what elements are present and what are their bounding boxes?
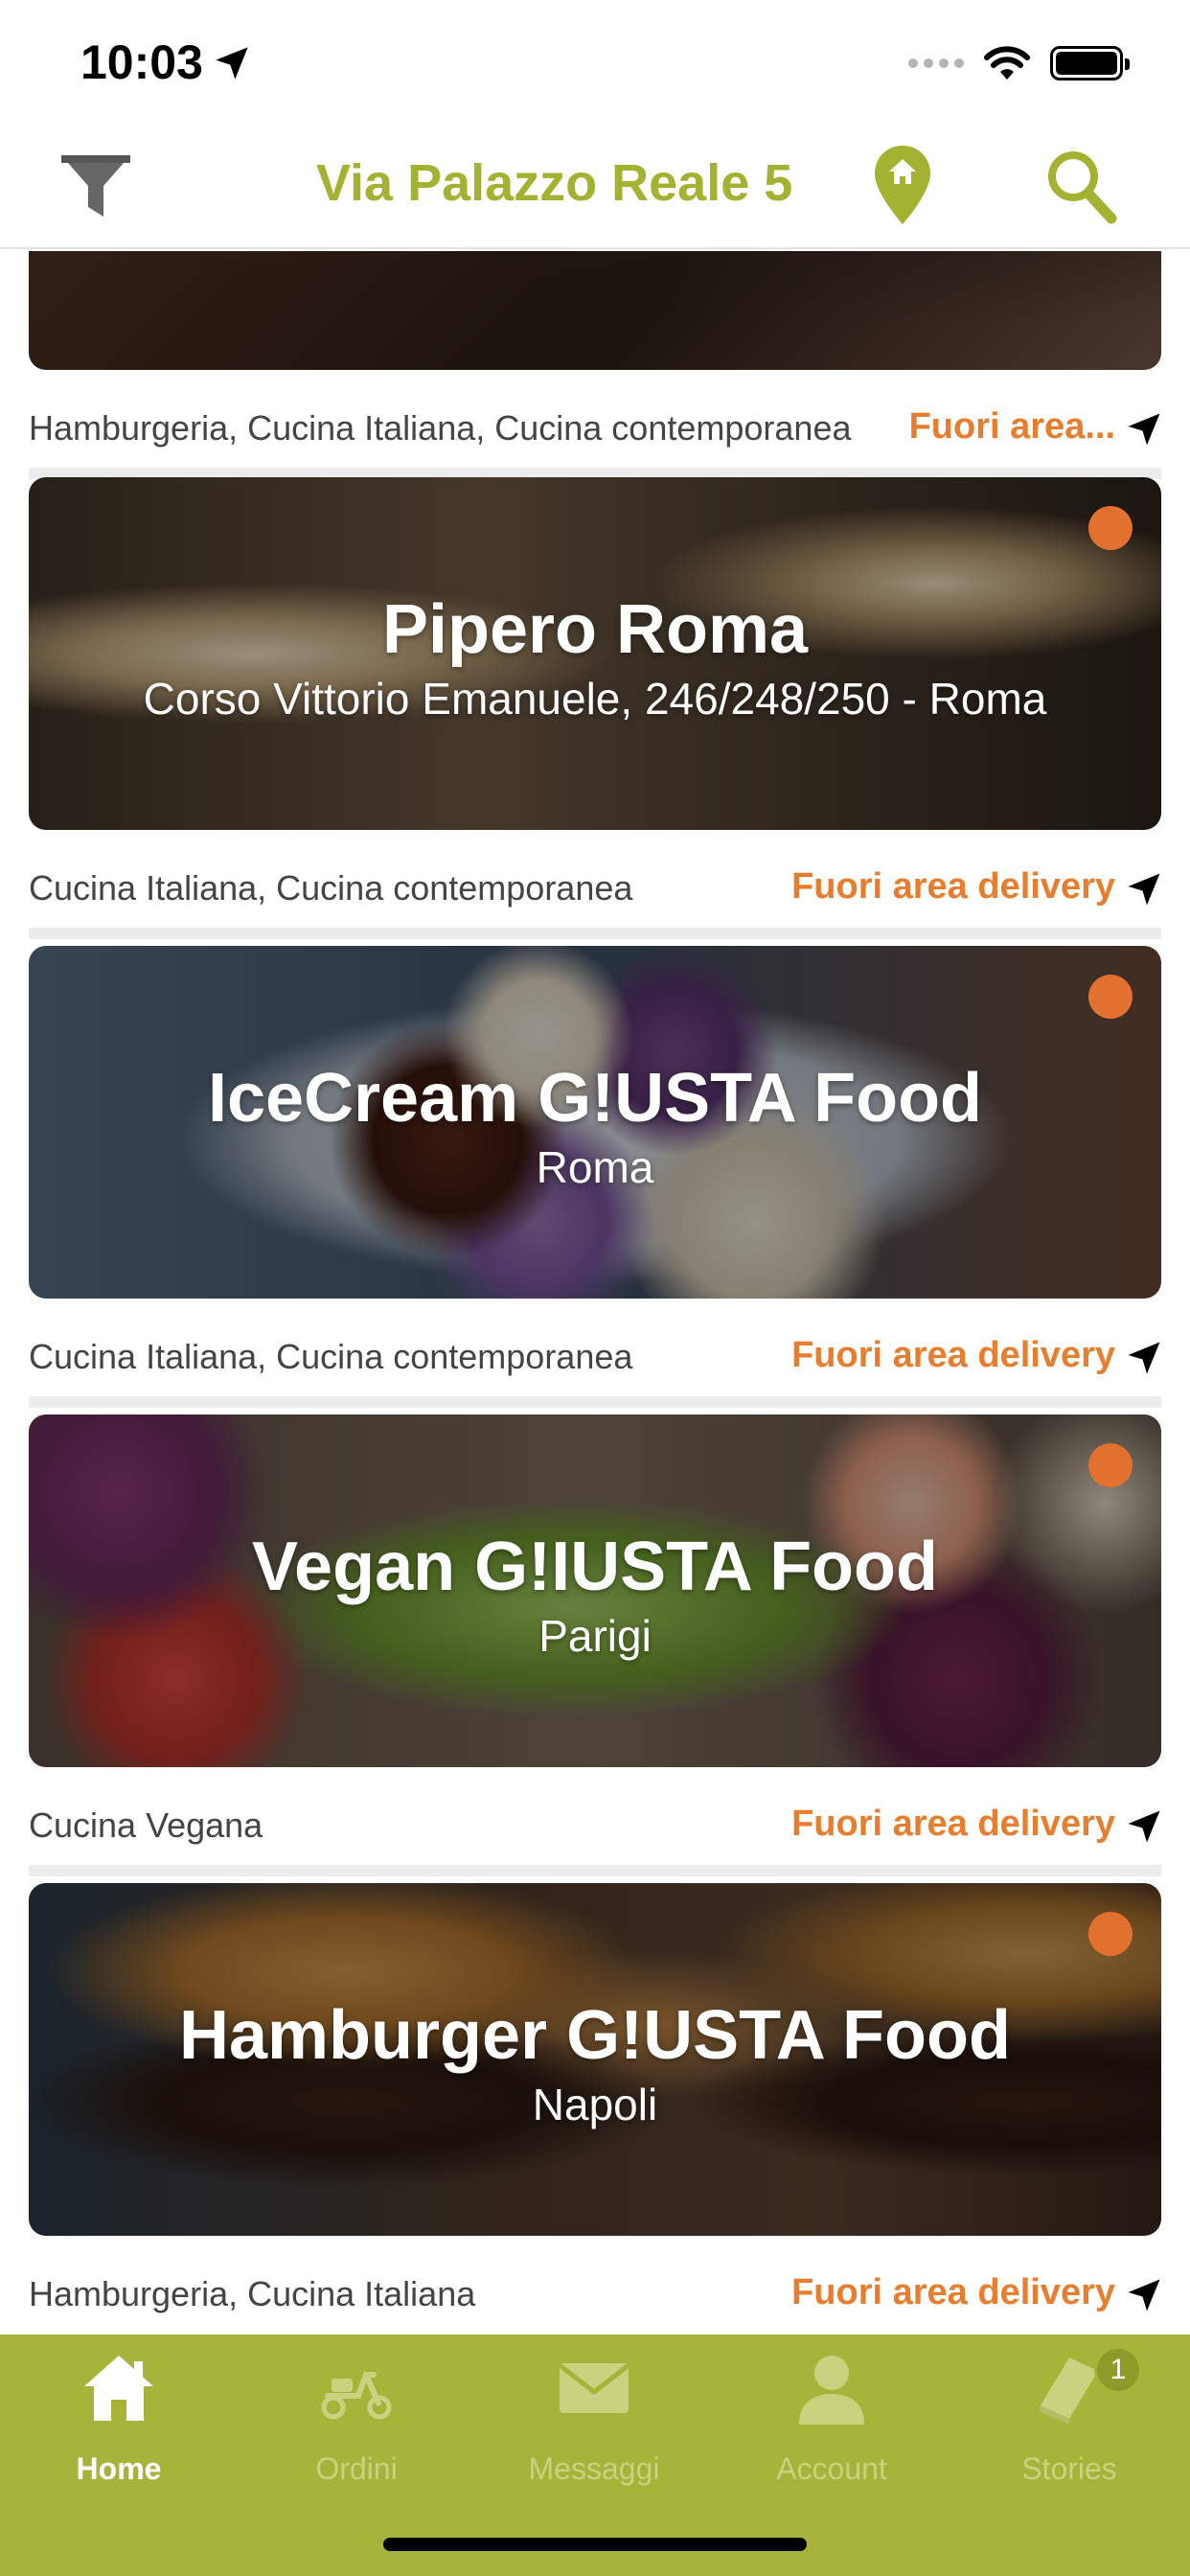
restaurant-meta: Hamburgeria, Cucina Italiana, Cucina con… [29, 401, 1161, 458]
home-location-pin-icon[interactable] [872, 144, 933, 226]
restaurant-location: Corso Vittorio Emanuele, 246/248/250 - R… [143, 674, 1047, 724]
cuisine-types: Hamburgeria, Cucina Italiana, Cucina con… [29, 408, 852, 448]
tab-account[interactable]: Account [713, 2334, 950, 2497]
tab-ordini[interactable]: Ordini [238, 2334, 475, 2497]
tab-label: Messaggi [528, 2451, 660, 2486]
navigation-arrow-icon[interactable] [1127, 1341, 1161, 1375]
filter-icon[interactable] [57, 148, 134, 224]
restaurant-location: Napoli [532, 2080, 658, 2129]
divider [29, 928, 1161, 939]
restaurant-list[interactable]: Hamburgeria, Cucina Italiana, Cucina con… [0, 251, 1190, 2333]
status-bar: 10:03 [0, 0, 1190, 125]
availability-dot [1088, 506, 1133, 550]
tab-label: Ordini [315, 2451, 398, 2486]
tab-label: Home [76, 2451, 162, 2486]
restaurant-meta: Cucina Italiana, Cucina contemporanea Fu… [29, 861, 1161, 918]
cuisine-types: Hamburgeria, Cucina Italiana [29, 2274, 476, 2313]
search-icon[interactable] [1044, 148, 1117, 224]
status-indicators [908, 44, 1130, 82]
location-arrow-icon [216, 47, 248, 80]
restaurant-card[interactable]: IceCream G!USTA Food Roma Cucina Italian… [0, 946, 1190, 1414]
availability-dot [1088, 1443, 1133, 1487]
tab-stories[interactable]: 1 Stories [950, 2334, 1188, 2497]
restaurant-card[interactable]: Hamburgeria, Cucina Italiana, Cucina con… [0, 251, 1190, 486]
restaurant-name: IceCream G!USTA Food [207, 1060, 983, 1137]
restaurant-name: Hamburger G!USTA Food [179, 1997, 1011, 2074]
cuisine-types: Cucina Vegana [29, 1806, 263, 1845]
restaurant-name: Pipero Roma [381, 591, 809, 668]
tab-home[interactable]: Home [0, 2334, 238, 2497]
cellular-signal-icon [908, 58, 964, 68]
home-indicator[interactable] [383, 2538, 807, 2551]
person-icon [799, 2356, 864, 2425]
cuisine-types: Cucina Italiana, Cucina contemporanea [29, 868, 633, 908]
navigation-arrow-icon[interactable] [1127, 872, 1161, 907]
restaurant-meta: Cucina Italiana, Cucina contemporanea Fu… [29, 1329, 1161, 1387]
tab-label: Account [776, 2451, 887, 2486]
availability-dot [1088, 1912, 1133, 1956]
status-time: 10:03 [80, 35, 203, 89]
delivery-status: Fuori area delivery [791, 866, 1115, 907]
restaurant-image[interactable]: IceCream G!USTA Food Roma [29, 946, 1161, 1299]
restaurant-meta: Cucina Vegana Fuori area delivery [29, 1798, 1161, 1855]
home-icon [84, 2356, 153, 2421]
navigation-arrow-icon[interactable] [1127, 1809, 1161, 1844]
top-app-bar: Via Palazzo Reale 5 [0, 125, 1190, 249]
restaurant-image[interactable]: Pipero Roma Corso Vittorio Emanuele, 246… [29, 477, 1161, 830]
divider [29, 1396, 1161, 1408]
navigation-arrow-icon[interactable] [1127, 2278, 1161, 2312]
restaurant-location: Parigi [538, 1611, 652, 1661]
restaurant-card[interactable]: Pipero Roma Corso Vittorio Emanuele, 246… [0, 477, 1190, 946]
divider [29, 1865, 1161, 1876]
scooter-icon [321, 2372, 392, 2420]
envelope-icon [558, 2363, 630, 2413]
restaurant-image[interactable] [29, 251, 1161, 370]
restaurant-image[interactable]: Vegan G!IUSTA Food Parigi [29, 1414, 1161, 1767]
tab-messaggi[interactable]: Messaggi [475, 2334, 713, 2497]
battery-icon [1050, 46, 1130, 80]
cuisine-types: Cucina Italiana, Cucina contemporanea [29, 1337, 633, 1376]
restaurant-name: Vegan G!IUSTA Food [252, 1529, 938, 1605]
wifi-icon [984, 46, 1030, 80]
restaurant-meta: Hamburgeria, Cucina Italiana Fuori area … [29, 2266, 1161, 2324]
notification-badge: 1 [1094, 2346, 1142, 2394]
delivery-status: Fuori area... [908, 406, 1115, 447]
delivery-status: Fuori area delivery [791, 1335, 1115, 1375]
delivery-status: Fuori area delivery [791, 1804, 1115, 1844]
availability-dot [1088, 975, 1133, 1019]
restaurant-image[interactable]: Hamburger G!USTA Food Napoli [29, 1883, 1161, 2236]
restaurant-location: Roma [536, 1142, 654, 1192]
restaurant-card[interactable]: Vegan G!IUSTA Food Parigi Cucina Vegana … [0, 1414, 1190, 1883]
tab-label: Stories [1021, 2451, 1117, 2486]
navigation-arrow-icon[interactable] [1127, 412, 1161, 447]
restaurant-card[interactable]: Hamburger G!USTA Food Napoli Hamburgeria… [0, 1883, 1190, 2333]
delivery-status: Fuori area delivery [791, 2272, 1115, 2312]
delivery-address-title[interactable]: Via Palazzo Reale 5 [316, 153, 792, 213]
